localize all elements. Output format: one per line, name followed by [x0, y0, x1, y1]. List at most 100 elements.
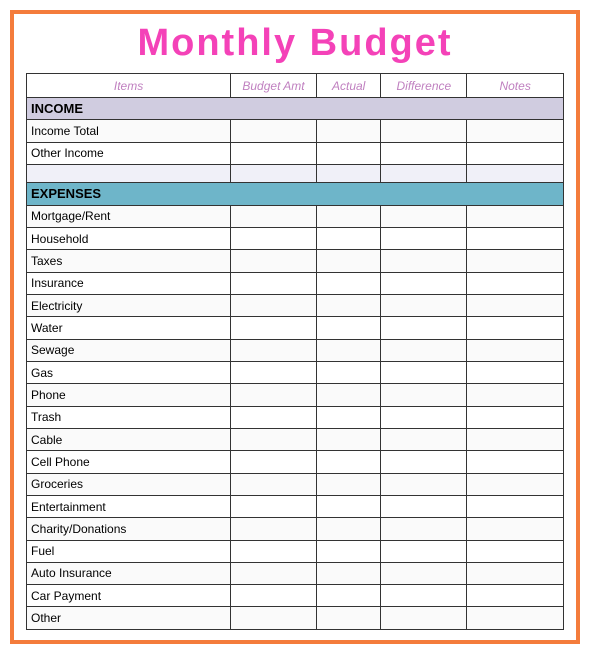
- table-row: Cable: [27, 428, 564, 450]
- row-actual-cell[interactable]: [316, 227, 380, 249]
- row-actual-cell[interactable]: [316, 562, 380, 584]
- row-budget-cell[interactable]: [231, 120, 317, 142]
- row-budget-cell[interactable]: [231, 205, 317, 227]
- row-item-label: Fuel: [27, 540, 231, 562]
- row-notes-cell[interactable]: [467, 495, 564, 517]
- row-budget-cell[interactable]: [231, 142, 317, 164]
- row-actual-cell[interactable]: [316, 361, 380, 383]
- row-item-label: Income Total: [27, 120, 231, 142]
- row-budget-cell[interactable]: [231, 428, 317, 450]
- row-difference-cell[interactable]: [381, 205, 467, 227]
- row-notes-cell[interactable]: [467, 428, 564, 450]
- row-actual-cell[interactable]: [316, 406, 380, 428]
- row-difference-cell[interactable]: [381, 518, 467, 540]
- row-notes-cell[interactable]: [467, 518, 564, 540]
- budget-table: Items Budget Amt Actual Difference Notes…: [26, 73, 564, 630]
- row-budget-cell[interactable]: [231, 607, 317, 630]
- row-notes-cell[interactable]: [467, 384, 564, 406]
- row-difference-cell[interactable]: [381, 250, 467, 272]
- table-row: Trash: [27, 406, 564, 428]
- row-budget-cell[interactable]: [231, 451, 317, 473]
- row-difference-cell[interactable]: [381, 120, 467, 142]
- row-budget-cell[interactable]: [231, 272, 317, 294]
- row-notes-cell[interactable]: [467, 473, 564, 495]
- row-actual-cell[interactable]: [316, 272, 380, 294]
- row-actual-cell[interactable]: [316, 250, 380, 272]
- row-difference-cell[interactable]: [381, 227, 467, 249]
- row-item-label: Phone: [27, 384, 231, 406]
- row-notes-cell[interactable]: [467, 361, 564, 383]
- row-difference-cell[interactable]: [381, 473, 467, 495]
- row-difference-cell[interactable]: [381, 361, 467, 383]
- row-actual-cell[interactable]: [316, 428, 380, 450]
- row-notes-cell[interactable]: [467, 227, 564, 249]
- row-difference-cell[interactable]: [381, 406, 467, 428]
- row-budget-cell[interactable]: [231, 227, 317, 249]
- row-notes-cell[interactable]: [467, 294, 564, 316]
- row-notes-cell[interactable]: [467, 317, 564, 339]
- row-actual-cell[interactable]: [316, 451, 380, 473]
- row-difference-cell[interactable]: [381, 428, 467, 450]
- row-difference-cell[interactable]: [381, 495, 467, 517]
- section-label: EXPENSES: [27, 183, 564, 205]
- row-notes-cell[interactable]: [467, 406, 564, 428]
- table-row: Car Payment: [27, 585, 564, 607]
- row-budget-cell[interactable]: [231, 384, 317, 406]
- row-budget-cell[interactable]: [231, 495, 317, 517]
- row-budget-cell[interactable]: [231, 473, 317, 495]
- row-actual-cell[interactable]: [316, 142, 380, 164]
- row-actual-cell[interactable]: [316, 120, 380, 142]
- row-actual-cell[interactable]: [316, 518, 380, 540]
- row-actual-cell[interactable]: [316, 607, 380, 630]
- row-budget-cell[interactable]: [231, 250, 317, 272]
- row-notes-cell[interactable]: [467, 451, 564, 473]
- table-row: Electricity: [27, 294, 564, 316]
- row-notes-cell[interactable]: [467, 607, 564, 630]
- row-budget-cell[interactable]: [231, 317, 317, 339]
- row-budget-cell[interactable]: [231, 406, 317, 428]
- header-difference: Difference: [381, 74, 467, 98]
- row-budget-cell[interactable]: [231, 361, 317, 383]
- row-notes-cell[interactable]: [467, 585, 564, 607]
- row-budget-cell[interactable]: [231, 518, 317, 540]
- row-actual-cell[interactable]: [316, 384, 380, 406]
- table-row: Phone: [27, 384, 564, 406]
- row-notes-cell[interactable]: [467, 142, 564, 164]
- row-actual-cell[interactable]: [316, 540, 380, 562]
- header-actual: Actual: [316, 74, 380, 98]
- row-item-label: Car Payment: [27, 585, 231, 607]
- row-notes-cell[interactable]: [467, 540, 564, 562]
- row-notes-cell[interactable]: [467, 250, 564, 272]
- row-actual-cell[interactable]: [316, 339, 380, 361]
- row-difference-cell[interactable]: [381, 272, 467, 294]
- row-budget-cell[interactable]: [231, 339, 317, 361]
- row-difference-cell[interactable]: [381, 607, 467, 630]
- row-difference-cell[interactable]: [381, 451, 467, 473]
- row-budget-cell[interactable]: [231, 562, 317, 584]
- row-actual-cell[interactable]: [316, 473, 380, 495]
- row-notes-cell[interactable]: [467, 339, 564, 361]
- row-notes-cell[interactable]: [467, 562, 564, 584]
- row-difference-cell[interactable]: [381, 540, 467, 562]
- row-actual-cell[interactable]: [316, 294, 380, 316]
- row-budget-cell[interactable]: [231, 540, 317, 562]
- row-actual-cell[interactable]: [316, 317, 380, 339]
- row-difference-cell[interactable]: [381, 585, 467, 607]
- row-difference-cell[interactable]: [381, 562, 467, 584]
- row-actual-cell[interactable]: [316, 585, 380, 607]
- row-difference-cell[interactable]: [381, 339, 467, 361]
- row-actual-cell[interactable]: [316, 205, 380, 227]
- row-difference-cell[interactable]: [381, 142, 467, 164]
- row-item-label: Gas: [27, 361, 231, 383]
- row-difference-cell[interactable]: [381, 384, 467, 406]
- row-budget-cell[interactable]: [231, 585, 317, 607]
- page-title: Monthly Budget: [137, 22, 452, 65]
- row-budget-cell[interactable]: [231, 294, 317, 316]
- row-notes-cell[interactable]: [467, 272, 564, 294]
- row-actual-cell[interactable]: [316, 495, 380, 517]
- row-notes-cell[interactable]: [467, 120, 564, 142]
- row-difference-cell[interactable]: [381, 317, 467, 339]
- row-difference-cell[interactable]: [381, 294, 467, 316]
- row-notes-cell[interactable]: [467, 205, 564, 227]
- table-row: Insurance: [27, 272, 564, 294]
